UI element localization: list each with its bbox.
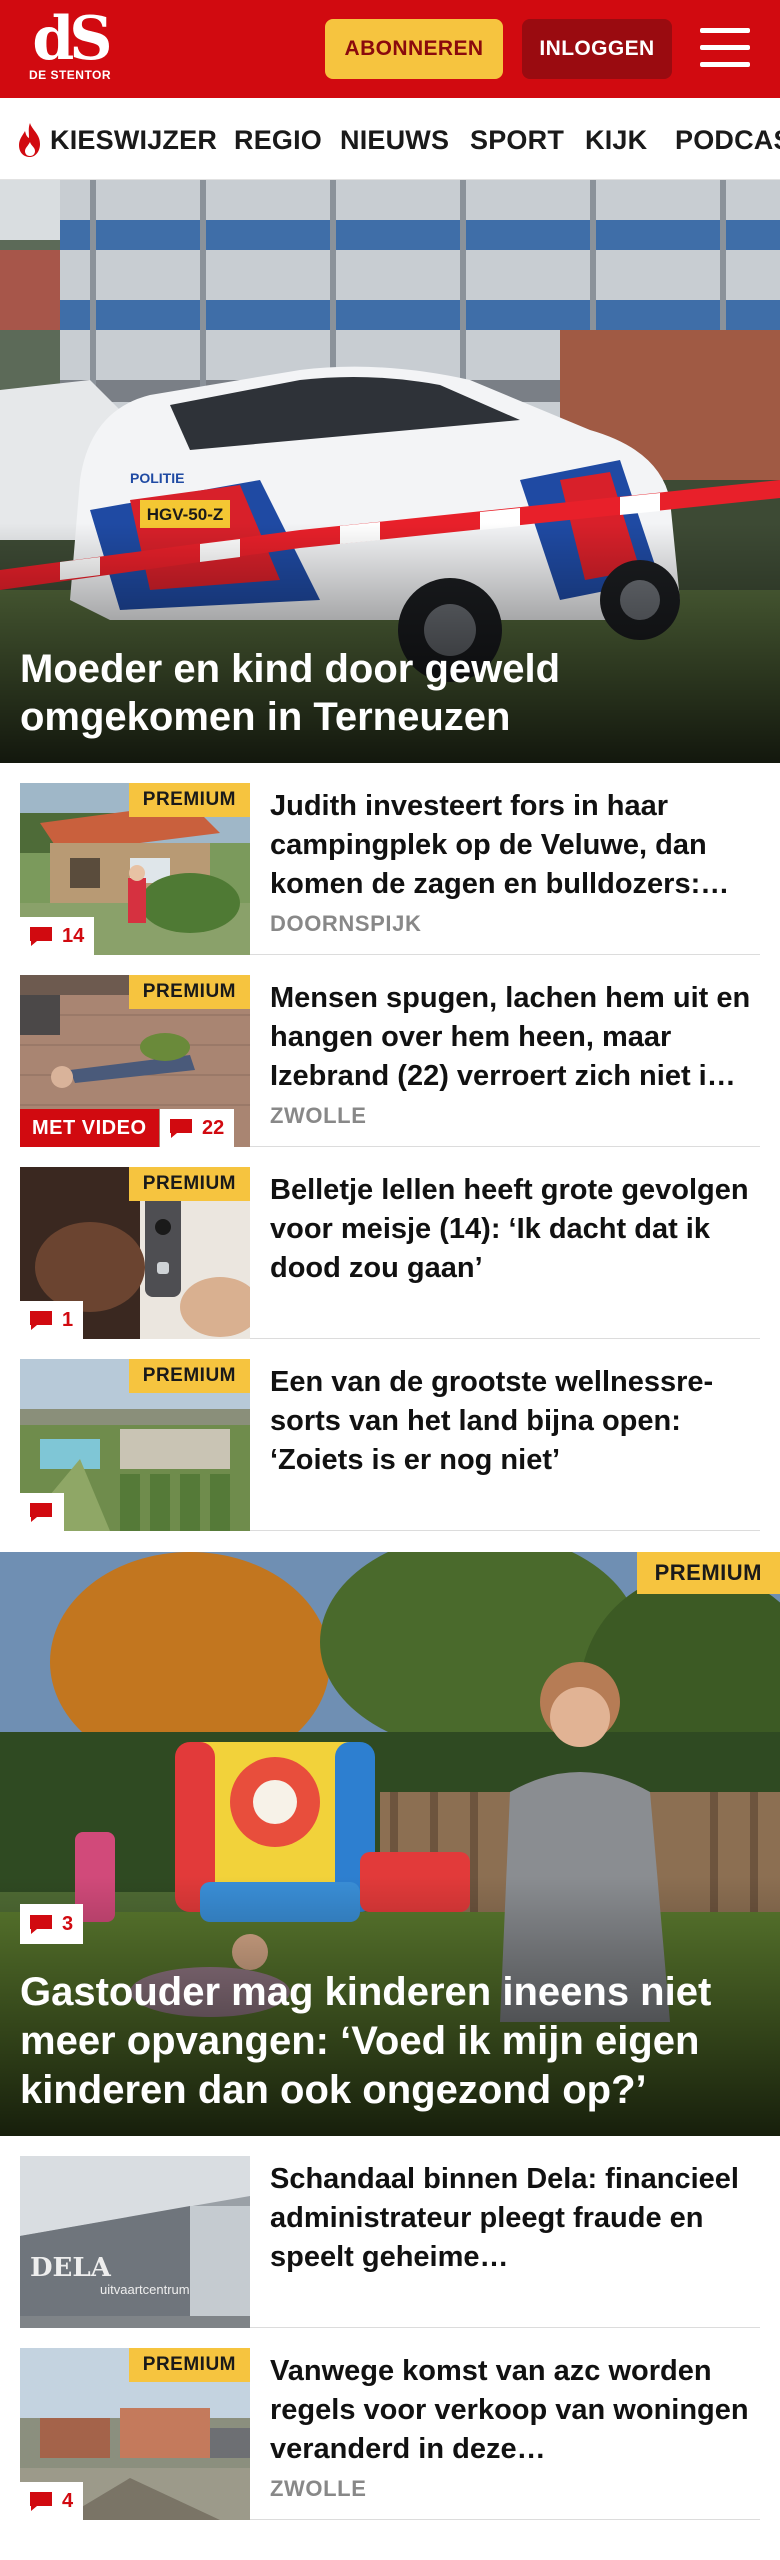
nav-item-nieuws[interactable]: NIEUWS [340,125,449,156]
premium-badge: PREMIUM [128,1167,250,1201]
feature-article[interactable]: PREMIUM 3 Gastouder mag kinderen ineens … [0,1552,780,2136]
comment-icon [30,2492,52,2511]
video-badge: MET VIDEO [20,1109,159,1147]
hero-title[interactable]: Moeder en kind door geweld omgekomen in … [20,645,740,741]
comment-count-value: 1 [62,1308,74,1331]
article-item[interactable]: PREMIUM 4 Vanwege komst van azc worden r… [20,2328,760,2520]
nav-item-kijk[interactable]: KIJK [585,125,647,156]
dela-building-image: DELA uitvaartcentrum [20,2156,250,2328]
article-location: DOORNSPIJK [270,911,422,936]
hero-article[interactable]: HGV-50-Z POLITIE Moeder en kind door gew… [0,180,780,763]
nav-item-podcast[interactable]: PODCAST [675,125,780,156]
premium-badge: PREMIUM [128,783,250,817]
comment-count[interactable]: 3 [20,1904,84,1944]
article-thumbnail[interactable]: PREMIUM 14 [20,783,250,955]
top-header: dS DE STENTOR ABONNEREN INLOGGEN [0,0,780,98]
article-item[interactable]: DELA uitvaartcentrum Schandaal binnen De… [20,2136,760,2328]
article-title[interactable]: Een van de grootste wellnessre­sorts van… [270,1363,760,1480]
dela-sign-text: DELA [30,2253,112,2283]
comment-icon [30,1311,52,1330]
logo-letters: dS [32,4,112,74]
article-title[interactable]: Schandaal binnen Dela: financieel admini… [270,2160,760,2277]
menu-icon[interactable] [698,26,752,70]
article-thumbnail[interactable]: PREMIUM 1 [20,1167,250,1339]
comment-count[interactable] [20,1493,64,1531]
nav-item-kieswijzer[interactable]: KIESWIJZER [50,125,217,156]
article-location: ZWOLLE [270,1103,367,1128]
comment-icon [30,927,52,946]
premium-badge: PREMIUM [636,1552,780,1594]
comment-count[interactable]: 14 [20,917,95,955]
login-button[interactable]: INLOGGEN [522,19,672,79]
article-thumbnail[interactable]: PREMIUM 4 [20,2348,250,2520]
article-thumbnail[interactable]: PREMIUM [20,1359,250,1531]
site-logo[interactable]: dS DE STENTOR [20,8,120,90]
article-thumbnail[interactable]: DELA uitvaartcentrum [20,2156,250,2328]
article-item[interactable]: PREMIUM 1 Belletje lellen heeft grote ge… [20,1147,760,1339]
subscribe-button[interactable]: ABONNEREN [325,19,503,79]
premium-badge: PREMIUM [128,1359,250,1393]
feature-title[interactable]: Gastouder mag kinderen ineens niet meer … [20,1968,760,2115]
comment-count-value: 3 [62,1912,74,1935]
comment-count-value: 22 [202,1116,225,1139]
police-text: POLITIE [130,470,184,486]
logo-name: DE STENTOR [28,68,112,82]
comment-count[interactable]: 1 [20,1301,84,1339]
article-title[interactable]: Belletje lellen heeft grote gevolgen voo… [270,1171,760,1288]
dela-sign-sub: uitvaartcentrum [100,2282,190,2297]
article-item[interactable]: PREMIUM Een van de grootste wellnessre­s… [20,1339,760,1531]
nav-item-regio[interactable]: REGIO [234,125,322,156]
comment-count[interactable]: 4 [20,2482,84,2520]
comment-count-value: 4 [62,2489,74,2512]
comment-icon [170,1119,192,1138]
article-location: ZWOLLE [270,2476,367,2501]
comment-count-value: 14 [62,924,85,947]
article-title[interactable]: Vanwege komst van azc worden regels voor… [270,2352,760,2469]
article-item[interactable]: PREMIUM MET VIDEO 22 Mensen spugen, lach… [20,955,760,1147]
article-item[interactable]: PREMIUM 14 Judith investeert fors in haa… [20,763,760,955]
main-nav: KIESWIJZER REGIO NIEUWS SPORT KIJK PODCA… [0,98,780,180]
comment-icon [30,1915,52,1934]
comment-count[interactable]: 22 [160,1109,235,1147]
premium-badge: PREMIUM [128,975,250,1009]
license-plate: HGV-50-Z [147,505,224,524]
article-thumbnail[interactable]: PREMIUM MET VIDEO 22 [20,975,250,1147]
article-title[interactable]: Mensen spugen, lachen hem uit en hangen … [270,979,760,1096]
comment-icon [30,1503,52,1522]
premium-badge: PREMIUM [128,2348,250,2382]
nav-item-sport[interactable]: SPORT [470,125,564,156]
flame-icon [19,123,40,157]
article-title[interactable]: Judith investeert fors in haar campingpl… [270,787,760,904]
